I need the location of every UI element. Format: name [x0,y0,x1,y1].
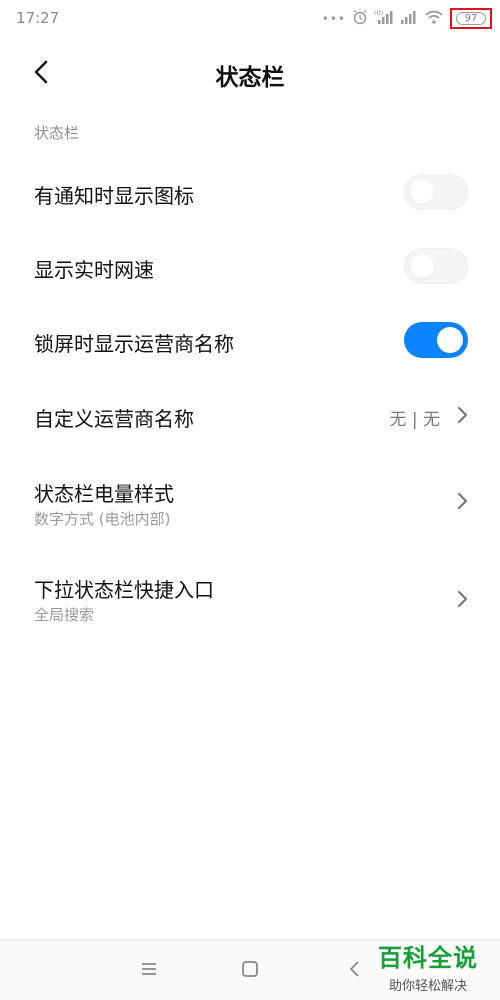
toggle-knob [410,254,434,278]
menu-icon [142,963,156,975]
chevron-right-icon [457,492,468,510]
status-bar: 17:27 ••• HD 97 [0,0,500,36]
settings-row-network-speed[interactable]: 显示实时网速 [0,234,500,300]
row-label: 下拉状态栏快捷入口 [34,578,214,602]
lockscreen-carrier-toggle[interactable] [404,322,468,358]
row-sublabel: 数字方式 (电池内部) [34,510,171,528]
status-time: 17:27 [16,9,60,27]
network-speed-toggle[interactable] [404,248,468,284]
home-button[interactable] [237,956,263,982]
home-icon [242,961,258,977]
row-label: 显示实时网速 [34,258,154,282]
back-icon [349,961,359,977]
status-icons: ••• HD 97 [322,8,492,29]
menu-button[interactable] [136,956,162,982]
settings-row-notification-icons[interactable]: 有通知时显示图标 [0,160,500,226]
header: 状态栏 [0,40,500,104]
toggle-knob [410,180,434,204]
nav-back-button[interactable] [342,956,368,982]
watermark-subtitle: 助你轻松解决 [388,979,467,994]
battery-level: 97 [464,13,478,24]
battery-icon: 97 [456,12,486,25]
chevron-right-icon [457,590,468,608]
toggle-knob [437,327,463,353]
more-dots-icon: ••• [321,11,346,26]
page-title: 状态栏 [215,65,285,91]
row-label: 状态栏电量样式 [34,482,174,506]
row-label: 锁屏时显示运营商名称 [34,332,234,356]
section-title: 状态栏 [34,124,80,142]
svg-text:HD: HD [374,10,384,17]
settings-row-pulldown-shortcut[interactable]: 下拉状态栏快捷入口 全局搜索 [0,558,500,638]
watermark-logo: 百科全说 助你轻松解决 [368,938,488,994]
settings-row-custom-carrier[interactable]: 自定义运营商名称 无 | 无 [0,383,500,447]
hd-signal-icon: HD [374,9,394,28]
row-label: 有通知时显示图标 [34,184,194,208]
chevron-right-icon [457,406,468,424]
wifi-icon [424,9,444,28]
alarm-icon [352,9,368,28]
row-label: 自定义运营商名称 [34,407,194,431]
settings-row-battery-style[interactable]: 状态栏电量样式 数字方式 (电池内部) [0,462,500,542]
settings-row-lockscreen-carrier[interactable]: 锁屏时显示运营商名称 [0,308,500,374]
row-sublabel: 全局搜索 [34,606,95,624]
watermark-title: 百科全说 [378,944,478,972]
signal-icon [400,9,418,28]
row-value: 无 | 无 [389,410,440,430]
notification-icons-toggle[interactable] [404,174,468,210]
battery-highlight: 97 [450,8,492,29]
